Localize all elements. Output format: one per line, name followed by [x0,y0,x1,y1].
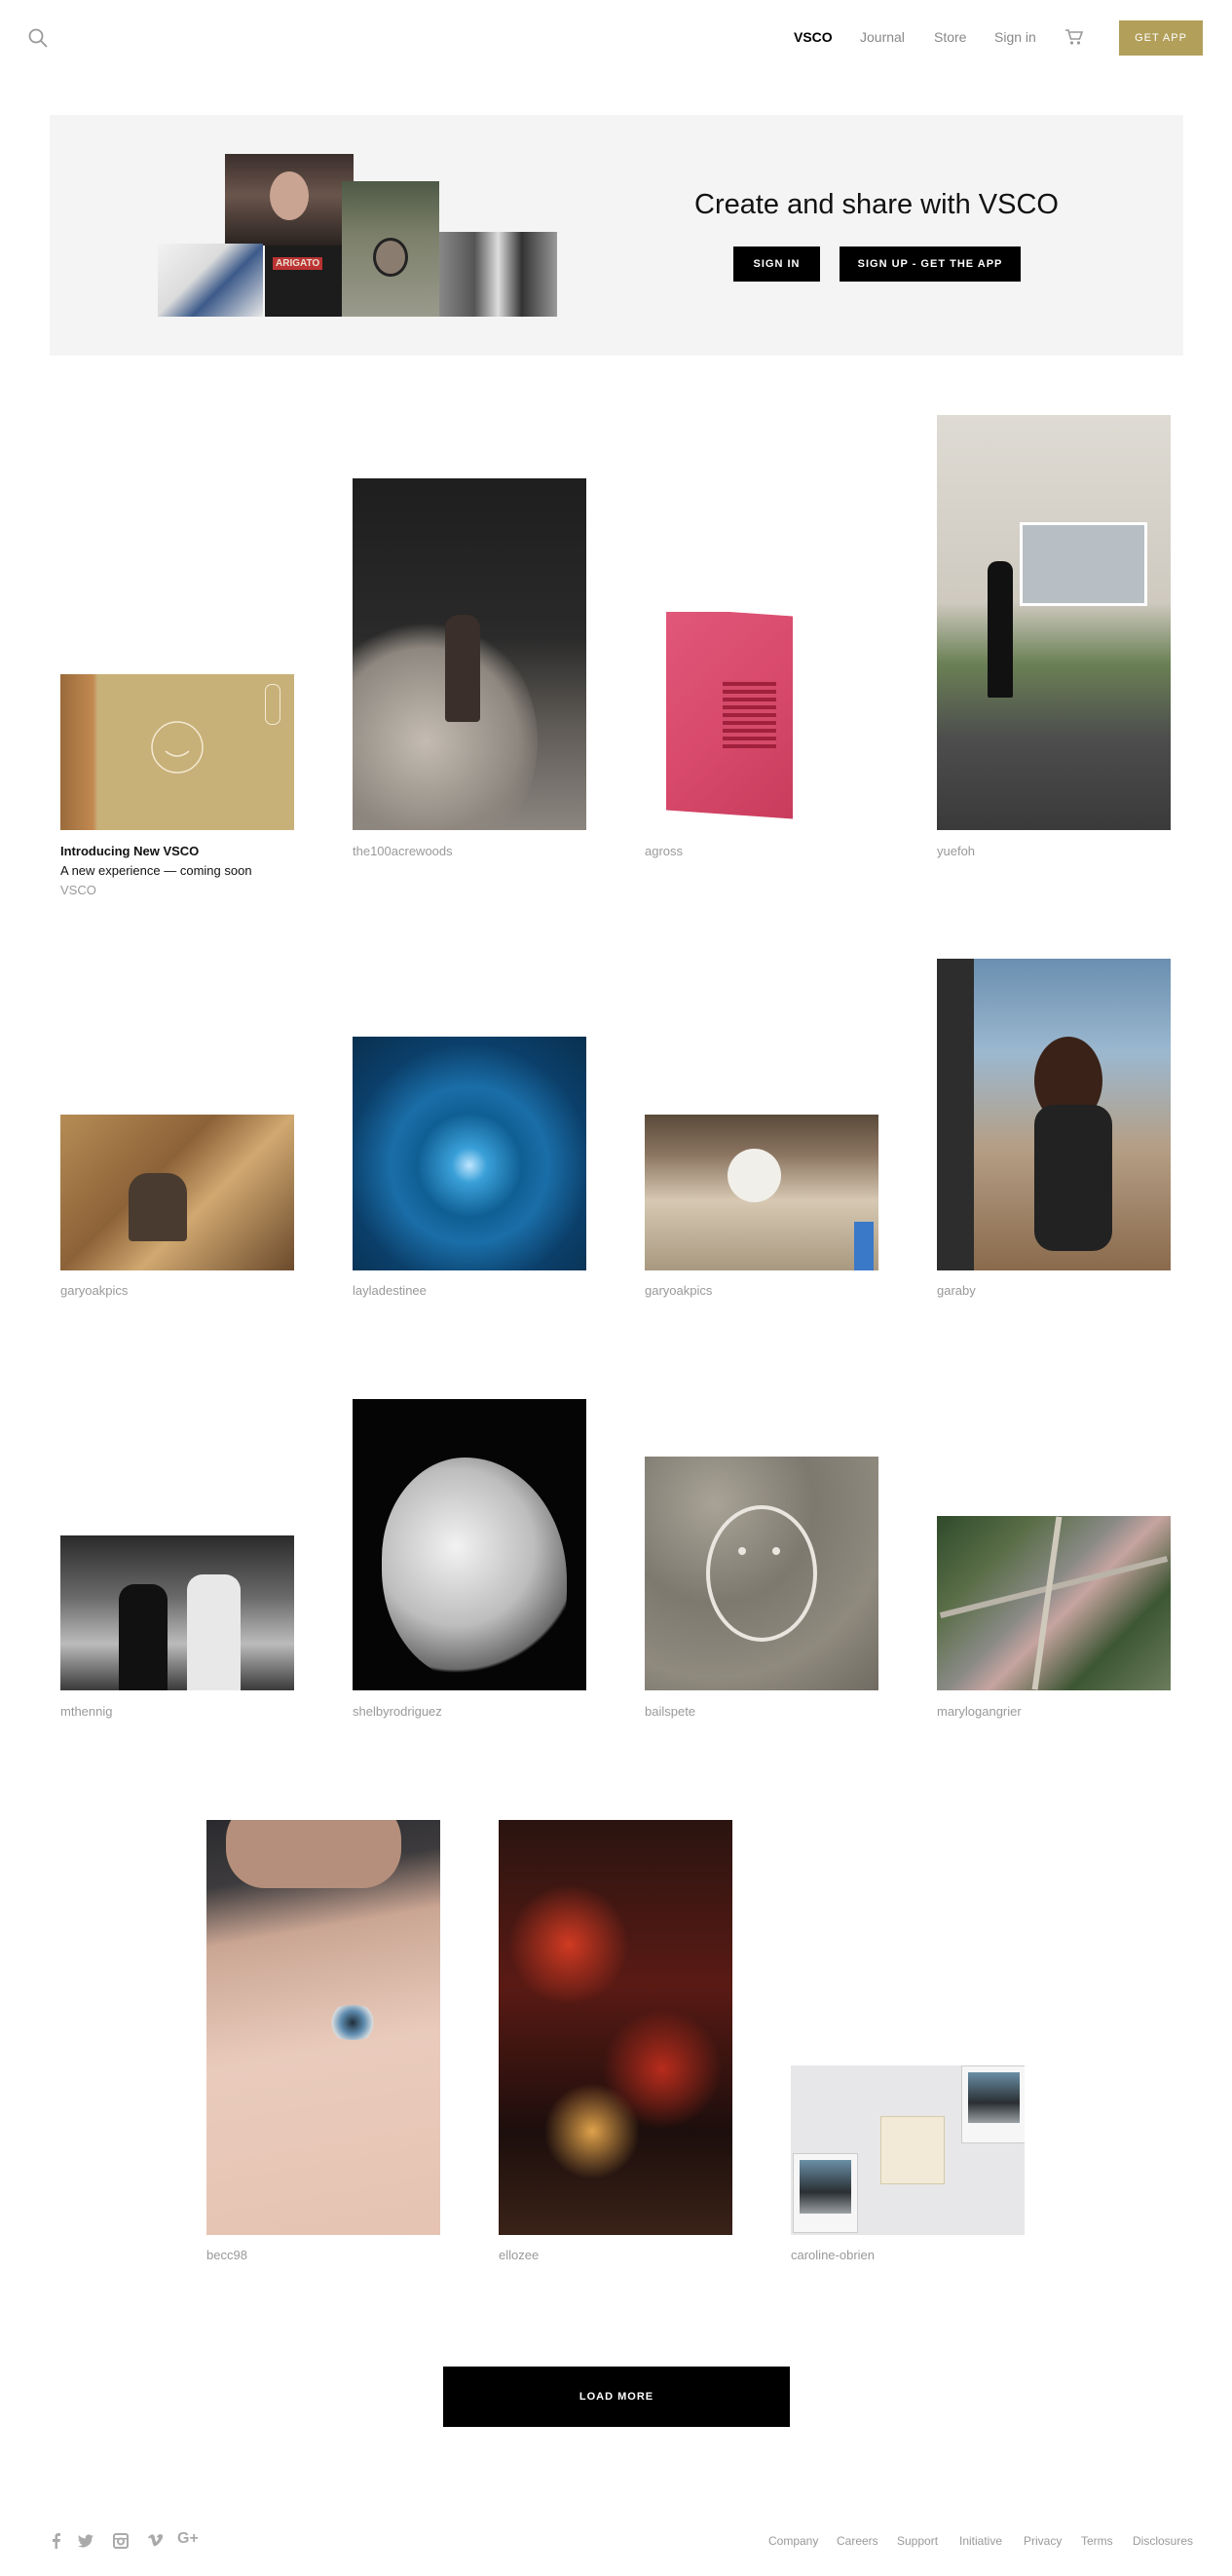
photo-6-user[interactable]: garyoakpics [645,1283,712,1298]
photo-7-user[interactable]: garaby [937,1283,976,1298]
photo-7[interactable] [937,959,1171,1270]
photo-11-user[interactable]: marylogangrier [937,1704,1022,1719]
photo-2[interactable] [645,612,878,830]
photo-13[interactable] [499,1820,732,2235]
photo-14[interactable] [791,2065,1025,2235]
photo-5-user[interactable]: layladestinee [353,1283,427,1298]
photo-4-user[interactable]: garyoakpics [60,1283,128,1298]
photo-13-user[interactable]: ellozee [499,2248,539,2262]
collage-photo-city [439,232,557,317]
hero-title: Create and share with VSCO [694,189,1059,220]
hero-sign-in-button[interactable]: SIGN IN [733,246,820,282]
photo-3-user[interactable]: yuefoh [937,844,975,858]
photo-10-user[interactable]: bailspete [645,1704,695,1719]
chalk-smiley-icon [706,1505,817,1642]
collage-shirt-text: ARIGATO [273,257,323,270]
photo-12-user[interactable]: becc98 [206,2248,247,2262]
footer-link-initiative[interactable]: Initiative [959,2534,1002,2548]
photo-8-user[interactable]: mthennig [60,1704,112,1719]
featured-author[interactable]: VSCO [60,883,96,897]
nav-journal[interactable]: Journal [860,29,905,45]
footer-link-terms[interactable]: Terms [1081,2534,1113,2548]
nav-vsco[interactable]: VSCO [794,29,833,45]
featured-subtitle: A new experience — coming soon [60,863,252,878]
footer-link-disclosures[interactable]: Disclosures [1133,2534,1193,2548]
vimeo-icon[interactable] [147,2532,165,2550]
photo-5[interactable] [353,1037,586,1270]
facebook-icon[interactable] [48,2532,65,2550]
collage-photo-lying [158,244,263,317]
twitter-icon[interactable] [77,2532,94,2550]
photo-11[interactable] [937,1516,1171,1690]
footer-link-privacy[interactable]: Privacy [1024,2534,1062,2548]
photo-9-user[interactable]: shelbyrodriguez [353,1704,442,1719]
photo-14-user[interactable]: caroline-obrien [791,2248,875,2262]
photo-9[interactable] [353,1399,586,1690]
instagram-icon[interactable] [112,2532,130,2550]
smile-face-icon [151,721,204,774]
footer-link-support[interactable]: Support [897,2534,938,2548]
nav-sign-in[interactable]: Sign in [994,29,1036,45]
collage-photo-mirror [342,181,439,317]
footer-link-careers[interactable]: Careers [837,2534,878,2548]
hero-sign-up-button[interactable]: SIGN UP - GET THE APP [840,246,1021,282]
photo-6[interactable] [645,1115,878,1270]
nav-store[interactable]: Store [934,29,966,45]
photo-1-user[interactable]: the100acrewoods [353,844,453,858]
get-app-button[interactable]: GET APP [1119,20,1203,56]
collage-photo-shirt: ARIGATO [265,246,342,317]
cart-icon[interactable] [1064,28,1084,46]
featured-image[interactable] [60,674,294,830]
search-icon[interactable] [27,27,49,49]
photo-8[interactable] [60,1535,294,1690]
footer-link-company[interactable]: Company [768,2534,818,2548]
featured-title[interactable]: Introducing New VSCO [60,844,199,858]
photo-10[interactable] [645,1457,878,1690]
collage-photo-portrait [225,154,354,246]
photo-3[interactable] [937,415,1171,830]
google-plus-icon[interactable]: G+ [177,2530,203,2548]
load-more-button[interactable]: LOAD MORE [443,2367,790,2427]
hero-banner: ARIGATO [50,115,1183,356]
photo-12[interactable] [206,1820,440,2235]
photo-4[interactable] [60,1115,294,1270]
photo-2-user[interactable]: agross [645,844,683,858]
photo-1[interactable] [353,478,586,830]
